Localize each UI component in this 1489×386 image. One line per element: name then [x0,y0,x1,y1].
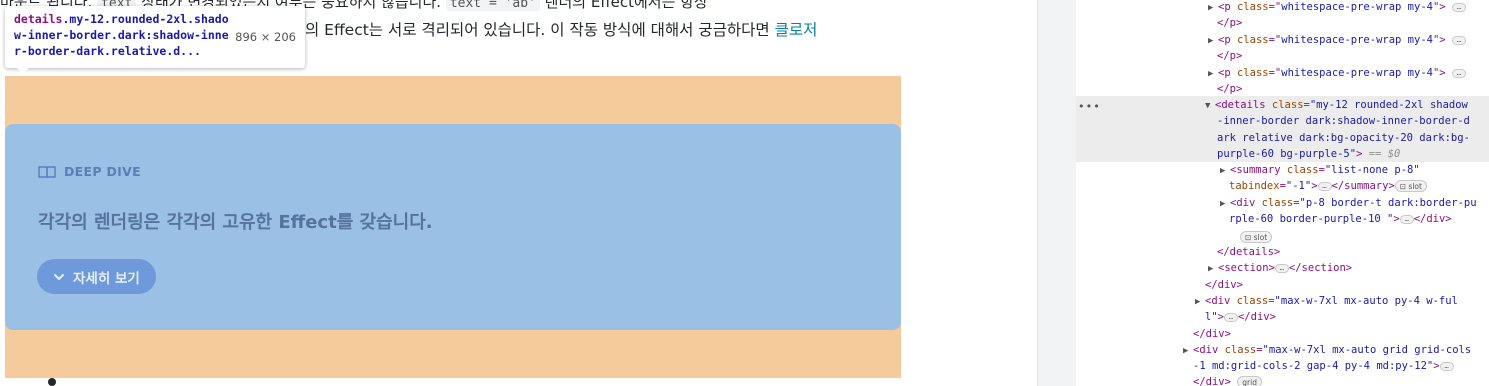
ellipsis-icon[interactable]: … [1223,312,1238,322]
collapse-arrow-icon[interactable]: ▼ [1205,98,1215,114]
dom-node-div[interactable]: ▶ <div class="max-w-7xl mx-auto py-4 w-fu… [1195,293,1489,310]
dom-node-close: </div> [1193,328,1231,340]
devtools-elements-panel[interactable]: ••• ▶ <p class="whitespace-pre-wrap my-4"… [1076,0,1489,386]
ellipsis-icon[interactable]: … [1451,68,1466,78]
slot-badge[interactable]: ⊡ slot [1240,231,1273,243]
dom-node-section[interactable]: ▶ <section>… </section> [1208,260,1489,277]
expand-arrow-icon[interactable]: ▶ [1220,196,1230,212]
paragraph-text: 의 Effect는 서로 격리되어 있습니다. 이 작동 방식에 대해서 궁금하… [305,21,775,39]
expand-arrow-icon[interactable]: ▶ [1220,163,1230,179]
dom-node-details-selected[interactable]: ▼ <details class="my-12 rounded-2xl shado… [1205,97,1489,114]
chevron-down-icon [54,273,64,280]
tooltip-selector: details.my-12.rounded-2xl.shadow-inner-b… [14,11,234,59]
expand-arrow-icon[interactable]: ▶ [1183,343,1193,359]
ellipsis-icon[interactable]: … [1274,263,1289,273]
ellipsis-icon[interactable]: … [1317,181,1332,191]
dom-node-p[interactable]: ▶ <p class="whitespace-pre-wrap my-4"> … [1208,65,1489,82]
inline-code: text = 'ab' [445,0,540,11]
expand-arrow-icon[interactable]: ▶ [1195,294,1205,310]
tooltip-tag: details [14,12,63,26]
text-segment: 렌더의 Effect에서는 항상 [539,0,708,11]
dom-node-div[interactable]: ▶ <div class="max-w-7xl mx-auto grid grid… [1183,342,1489,359]
deep-dive-label: DEEP DIVE [38,164,141,179]
show-more-label: 자세히 보기 [73,270,140,287]
ellipsis-icon[interactable]: … [1399,214,1414,224]
dom-node-close: </div> grid [1193,374,1489,386]
dom-attr-line: rple-60 border-purple-10 ">… </div> [1229,213,1452,225]
expand-arrow-icon[interactable]: ▶ [1208,66,1218,82]
dom-attr-line: l">… </div> [1205,311,1276,323]
ellipsis-icon[interactable]: … [1451,35,1466,45]
paragraph-line: 의 Effect는 서로 격리되어 있습니다. 이 작동 방식에 대해서 궁금하… [305,18,1037,40]
show-more-button[interactable]: 자세히 보기 [37,259,156,294]
tooltip-size: 896 × 206 [235,30,296,44]
ellipsis-icon[interactable]: … [1451,2,1466,12]
dom-node-close: </p> [1217,83,1243,95]
dom-attr-line: tabindex="-1">… </summary> ⊡ slot [1229,178,1489,195]
slot-badge[interactable]: ⊡ slot [1394,180,1427,192]
closure-link[interactable]: 클로저 [775,21,818,39]
dom-attr-line: purple-60 bg-purple-5"> == $0 [1217,148,1401,160]
dom-node-close: </details> [1217,246,1281,258]
page-content: 마운트 됩니다. text 상태가 변경되었는지 여부는 중요하지 않습니다. … [0,0,1037,386]
dom-node-summary[interactable]: ▶ <summary class="list-none p-8" [1220,162,1489,179]
dom-node-p[interactable]: ▶ <p class="whitespace-pre-wrap my-4"> … [1208,32,1489,49]
devtools-gutter [1038,0,1076,386]
dom-node-close: </p> [1217,50,1243,62]
dom-attr-line: ark relative dark:bg-opacity-20 dark:bg- [1217,132,1470,144]
list-bullet [48,378,56,386]
dom-node-p[interactable]: ▶ <p class="whitespace-pre-wrap my-4"> … [1208,0,1489,16]
expand-arrow-icon[interactable]: ▶ [1208,33,1218,49]
dom-attr-line: -1 md:grid-cols-2 gap-4 py-4 md:py-12">… [1193,358,1489,375]
more-options-icon[interactable]: ••• [1078,99,1101,115]
ellipsis-icon[interactable]: … [1439,361,1454,371]
dom-node-close: </div> [1205,279,1243,291]
expand-arrow-icon[interactable]: ▶ [1208,261,1218,277]
deep-dive-title: 각각의 렌더링은 각각의 고유한 Effect를 갖습니다. [38,212,433,233]
dom-node-close: </p> [1217,17,1243,29]
dom-node-div[interactable]: ▶ <div class="p-8 border-t dark:border-pu [1220,195,1489,212]
tooltip-arrow [17,68,29,74]
selected-marker: == $0 [1368,148,1401,160]
inspect-tooltip: details.my-12.rounded-2xl.shadow-inner-b… [5,6,305,74]
dom-attr-line: -inner-border dark:shadow-inner-border-d [1217,115,1470,127]
deep-dive-text: DEEP DIVE [64,164,141,179]
deep-dive-details[interactable]: DEEP DIVE 각각의 렌더링은 각각의 고유한 Effect를 갖습니다.… [5,124,901,330]
expand-arrow-icon[interactable]: ▶ [1208,0,1218,16]
book-open-icon [38,165,56,178]
grid-badge[interactable]: grid [1237,376,1262,386]
